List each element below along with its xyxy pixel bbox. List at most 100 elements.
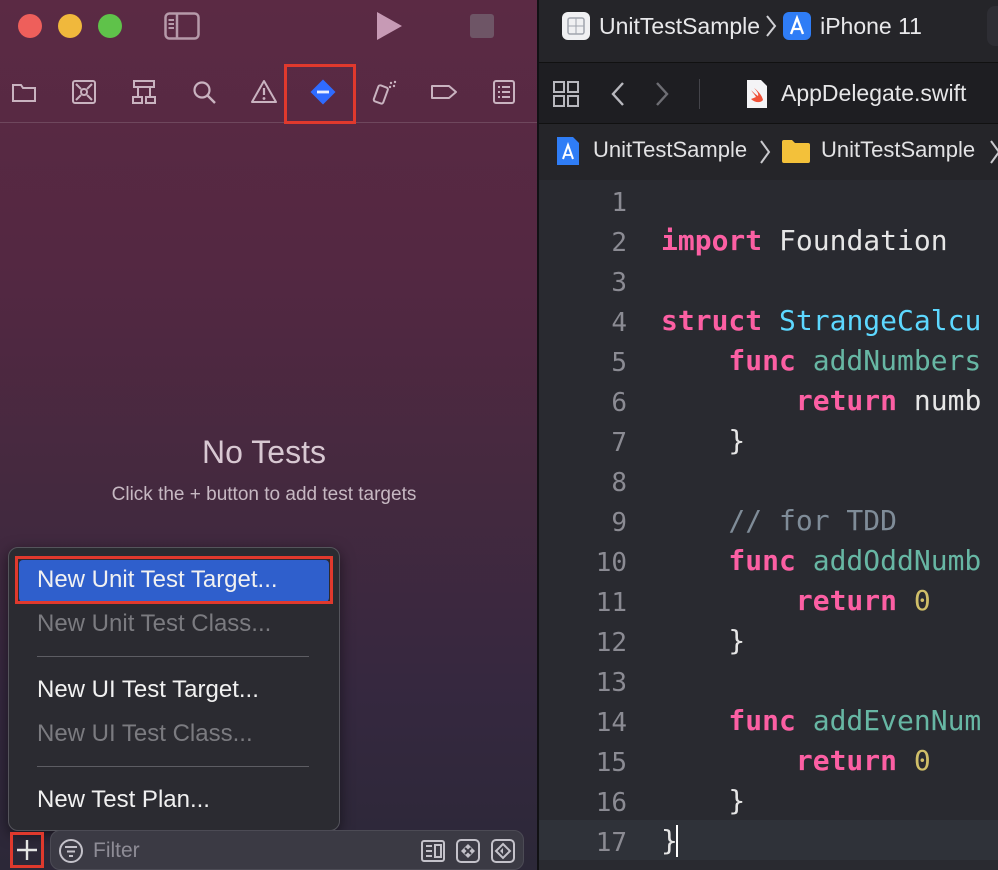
keyword: import xyxy=(661,224,763,257)
app-target-icon xyxy=(783,12,812,40)
chevron-right-icon[interactable] xyxy=(653,80,671,108)
line-number: 9 xyxy=(611,508,627,538)
menu-item-new-unit-test-target[interactable]: New Unit Test Target... xyxy=(37,566,278,594)
line-number: 8 xyxy=(611,468,627,498)
code-comment: // for TDD xyxy=(661,504,898,537)
code-line: } xyxy=(661,624,746,657)
number-literal: 0 xyxy=(897,584,931,617)
type-name: StrangeCalcu xyxy=(762,304,982,337)
menu-item-new-test-plan[interactable]: New Test Plan... xyxy=(37,786,210,814)
annotation-highlight-box xyxy=(284,64,356,124)
project-icon xyxy=(557,137,579,165)
jump-bar-group[interactable]: UnitTestSample xyxy=(821,137,975,163)
line-number: 11 xyxy=(595,588,627,618)
scheme-selector[interactable]: UnitTestSample iPhone 11 xyxy=(561,6,951,46)
line-number: 17 xyxy=(595,828,627,858)
folder-icon[interactable] xyxy=(8,76,40,108)
tab-separator xyxy=(699,79,700,109)
function-name: addNumbers xyxy=(795,344,982,377)
zoom-window-button[interactable] xyxy=(98,14,122,38)
menu-item-new-unit-test-class: New Unit Test Class... xyxy=(37,610,272,637)
keyword: func xyxy=(661,544,796,577)
folder-icon xyxy=(782,140,810,163)
filter-field xyxy=(50,830,524,870)
editor-pane: UnitTestSample iPhone 11 AppDelegate.swi… xyxy=(539,0,998,870)
jump-bar: UnitTestSample UnitTestSample xyxy=(539,123,998,181)
stop-button[interactable] xyxy=(470,14,494,38)
keyword: return xyxy=(661,744,898,777)
keyword: struct xyxy=(661,304,763,337)
menu-item-new-ui-test-target[interactable]: New UI Test Target... xyxy=(37,676,259,704)
line-number: 13 xyxy=(595,668,627,698)
test-plan-filter-icon[interactable] xyxy=(419,837,447,865)
plus-icon xyxy=(17,840,37,860)
filter-input[interactable] xyxy=(91,837,395,865)
function-name: addEvenNum xyxy=(795,704,982,737)
line-number: 14 xyxy=(595,708,627,738)
scheme-name: UnitTestSample xyxy=(599,12,761,39)
line-number: 7 xyxy=(611,428,627,458)
line-number: 6 xyxy=(611,388,627,418)
editor-tab-bar: AppDelegate.swift xyxy=(539,62,998,123)
keyword: func xyxy=(661,704,796,737)
code-line: func addOddNumb xyxy=(661,544,981,577)
add-test-menu: New Unit Test Target... New Unit Test Cl… xyxy=(8,547,340,831)
line-number: 2 xyxy=(611,228,627,258)
run-destination: iPhone 11 xyxy=(820,12,922,39)
chevron-left-icon[interactable] xyxy=(609,80,627,108)
code-line: return 0 xyxy=(661,584,931,617)
chevron-right-icon xyxy=(766,15,777,37)
line-number: 3 xyxy=(611,268,627,298)
related-items-icon[interactable] xyxy=(553,81,579,107)
code-line: return numb xyxy=(661,384,981,417)
search-icon[interactable] xyxy=(188,76,220,108)
line-number: 15 xyxy=(595,748,627,778)
navigator-pane: No Tests Click the + button to add test … xyxy=(0,0,537,870)
code-line: func addNumbers xyxy=(661,344,981,377)
line-number: 1 xyxy=(611,188,627,218)
line-number: 4 xyxy=(611,308,627,338)
text-caret xyxy=(676,825,678,857)
swift-file-icon xyxy=(747,80,767,108)
filter-icon[interactable] xyxy=(57,837,85,865)
jump-bar-project[interactable]: UnitTestSample xyxy=(593,137,747,163)
source-control-icon[interactable] xyxy=(68,76,100,108)
keyword: func xyxy=(661,344,796,377)
line-number: 12 xyxy=(595,628,627,658)
keyword: return xyxy=(661,584,898,617)
toolbar-overflow-pill[interactable] xyxy=(987,6,998,46)
skipped-tests-filter-icon[interactable] xyxy=(489,837,517,865)
keyword: return xyxy=(661,384,898,417)
number-literal: 0 xyxy=(897,744,931,777)
menu-separator xyxy=(37,656,309,657)
minimize-window-button[interactable] xyxy=(58,14,82,38)
debug-icon[interactable] xyxy=(368,76,400,108)
code-line: func addEvenNum xyxy=(661,704,981,737)
hierarchy-icon[interactable] xyxy=(128,76,160,108)
function-name: addOddNumb xyxy=(795,544,982,577)
failed-tests-filter-icon[interactable] xyxy=(454,837,482,865)
chevron-right-icon xyxy=(990,140,998,164)
report-icon[interactable] xyxy=(488,76,520,108)
breakpoint-icon[interactable] xyxy=(428,76,460,108)
code-text: numb xyxy=(897,384,982,417)
code-editor[interactable]: 1 2 3 4 5 6 7 8 9 10 11 12 13 14 15 16 1… xyxy=(539,180,998,870)
code-text: Foundation xyxy=(762,224,948,257)
code-line: } xyxy=(661,784,746,817)
code-line: import Foundation xyxy=(661,224,948,257)
line-number: 10 xyxy=(595,548,627,578)
code-line: struct StrangeCalcu xyxy=(661,304,981,337)
menu-item-new-ui-test-class: New UI Test Class... xyxy=(37,720,253,747)
close-window-button[interactable] xyxy=(18,14,42,38)
add-test-button[interactable] xyxy=(10,832,44,868)
code-line: } xyxy=(661,424,746,457)
warning-icon[interactable] xyxy=(248,76,280,108)
empty-state-subtitle: Click the + button to add test targets xyxy=(111,484,417,505)
run-button[interactable] xyxy=(374,10,404,42)
menu-separator xyxy=(37,766,309,767)
tab-appdelegate-swift[interactable]: AppDelegate.swift xyxy=(781,80,966,107)
sidebar-toggle-icon[interactable] xyxy=(164,12,200,40)
line-number: 5 xyxy=(611,348,627,378)
line-number: 16 xyxy=(595,788,627,818)
code-line: return 0 xyxy=(661,744,931,777)
